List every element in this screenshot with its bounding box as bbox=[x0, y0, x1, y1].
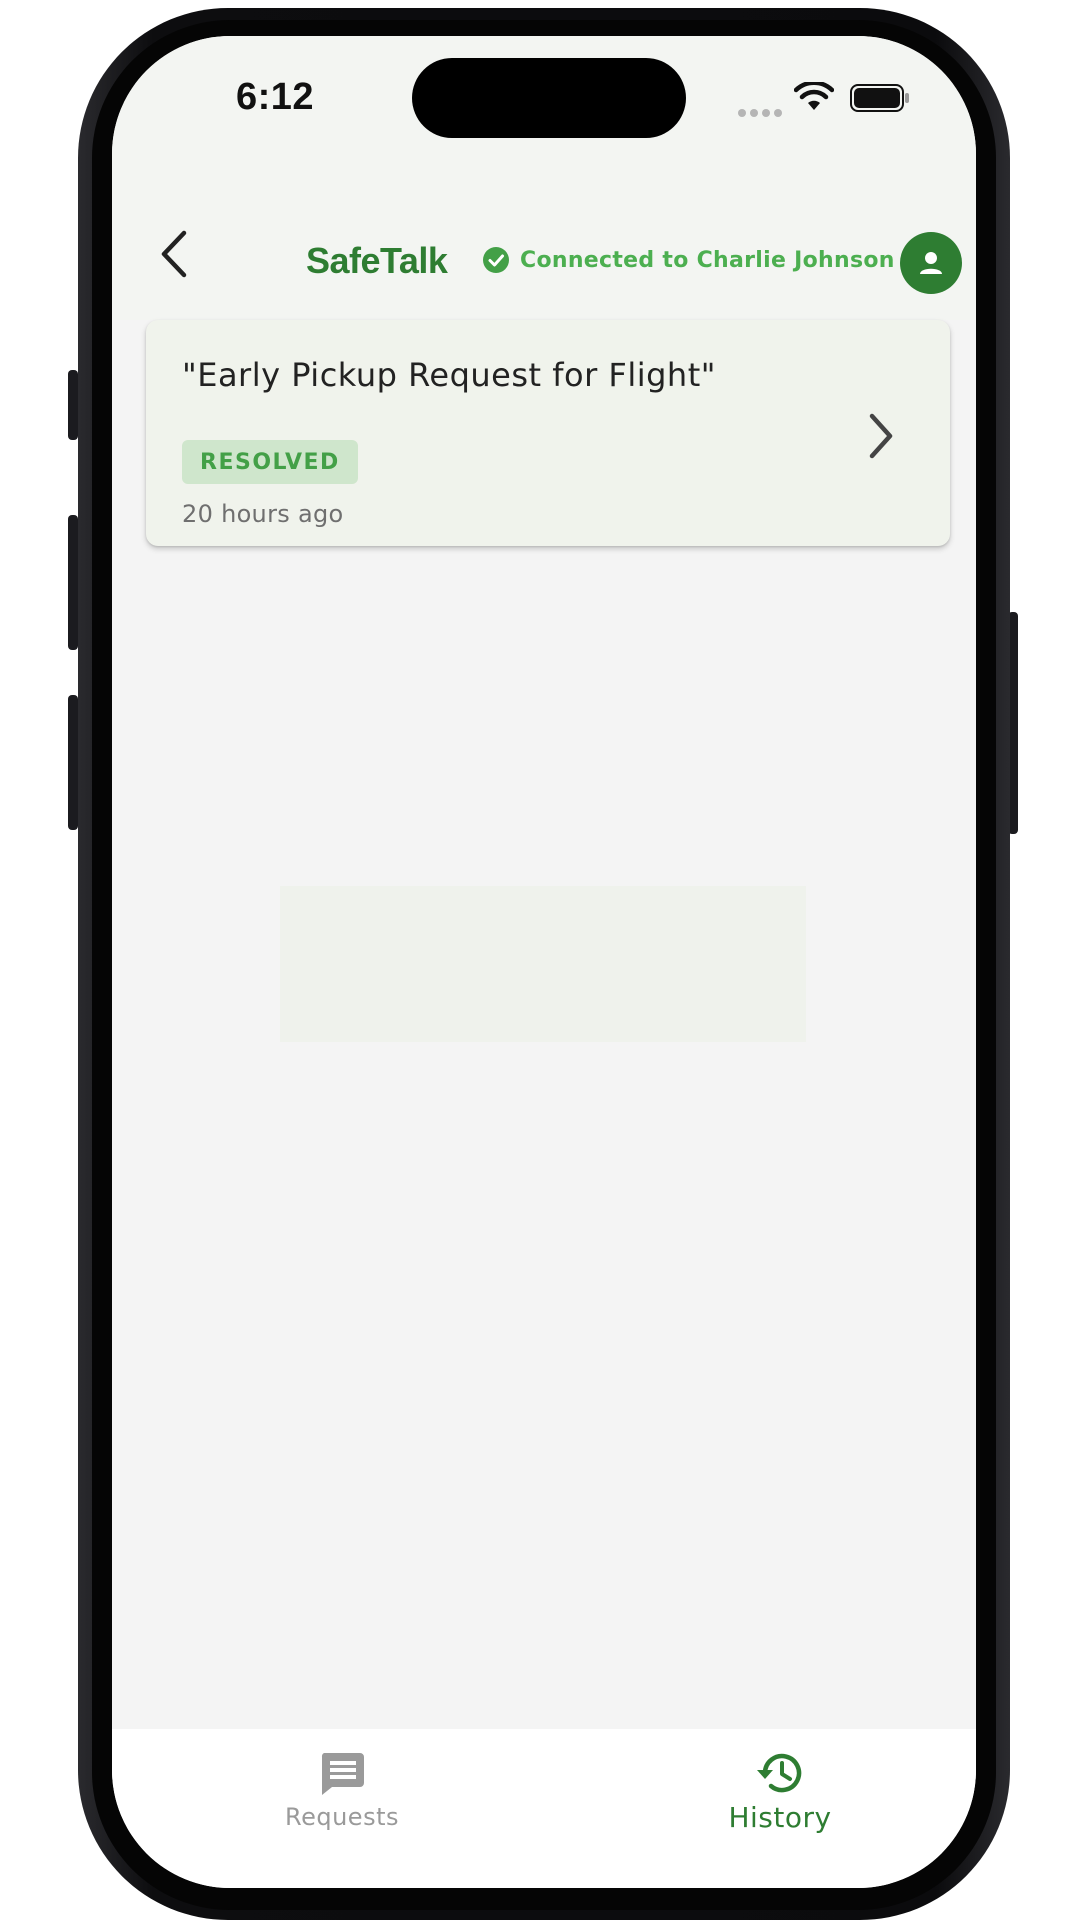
nav-requests[interactable]: Requests bbox=[242, 1729, 442, 1849]
status-badge: RESOLVED bbox=[182, 440, 358, 484]
request-title: "Early Pickup Request for Flight" bbox=[182, 356, 716, 394]
wifi-icon bbox=[793, 80, 835, 116]
dynamic-island bbox=[412, 58, 686, 138]
battery-icon bbox=[850, 84, 910, 116]
empty-placeholder bbox=[280, 886, 806, 1042]
silent-switch bbox=[68, 370, 78, 440]
status-time: 6:12 bbox=[236, 76, 315, 118]
history-icon bbox=[757, 1753, 802, 1793]
app-title: SafeTalk bbox=[306, 240, 448, 281]
bottom-nav: Requests History bbox=[112, 1729, 976, 1888]
request-card[interactable]: "Early Pickup Request for Flight" RESOLV… bbox=[146, 320, 950, 546]
request-timestamp: 20 hours ago bbox=[182, 500, 344, 528]
nav-history[interactable]: History bbox=[680, 1729, 880, 1849]
app-screen: 6:12 SafeTalk Connected to Charlie Johns… bbox=[112, 36, 976, 1888]
back-button[interactable] bbox=[148, 226, 198, 282]
connection-label: Connected to Charlie Johnson bbox=[520, 247, 895, 273]
volume-up-button bbox=[68, 515, 78, 650]
phone-mockup: 6:12 SafeTalk Connected to Charlie Johns… bbox=[0, 0, 1080, 1920]
check-circle-icon bbox=[483, 247, 509, 273]
nav-history-label: History bbox=[728, 1801, 832, 1834]
status-bar: 6:12 bbox=[112, 36, 976, 186]
person-icon bbox=[920, 252, 942, 274]
chat-icon bbox=[321, 1753, 364, 1795]
volume-down-button bbox=[68, 695, 78, 830]
app-header: SafeTalk Connected to Charlie Johnson bbox=[112, 186, 976, 320]
profile-avatar-button[interactable] bbox=[900, 232, 962, 294]
nav-requests-label: Requests bbox=[285, 1803, 399, 1831]
connection-status: Connected to Charlie Johnson bbox=[482, 246, 895, 274]
chevron-right-icon bbox=[869, 413, 893, 459]
chevron-left-icon bbox=[161, 230, 187, 278]
signal-icon bbox=[738, 102, 786, 121]
